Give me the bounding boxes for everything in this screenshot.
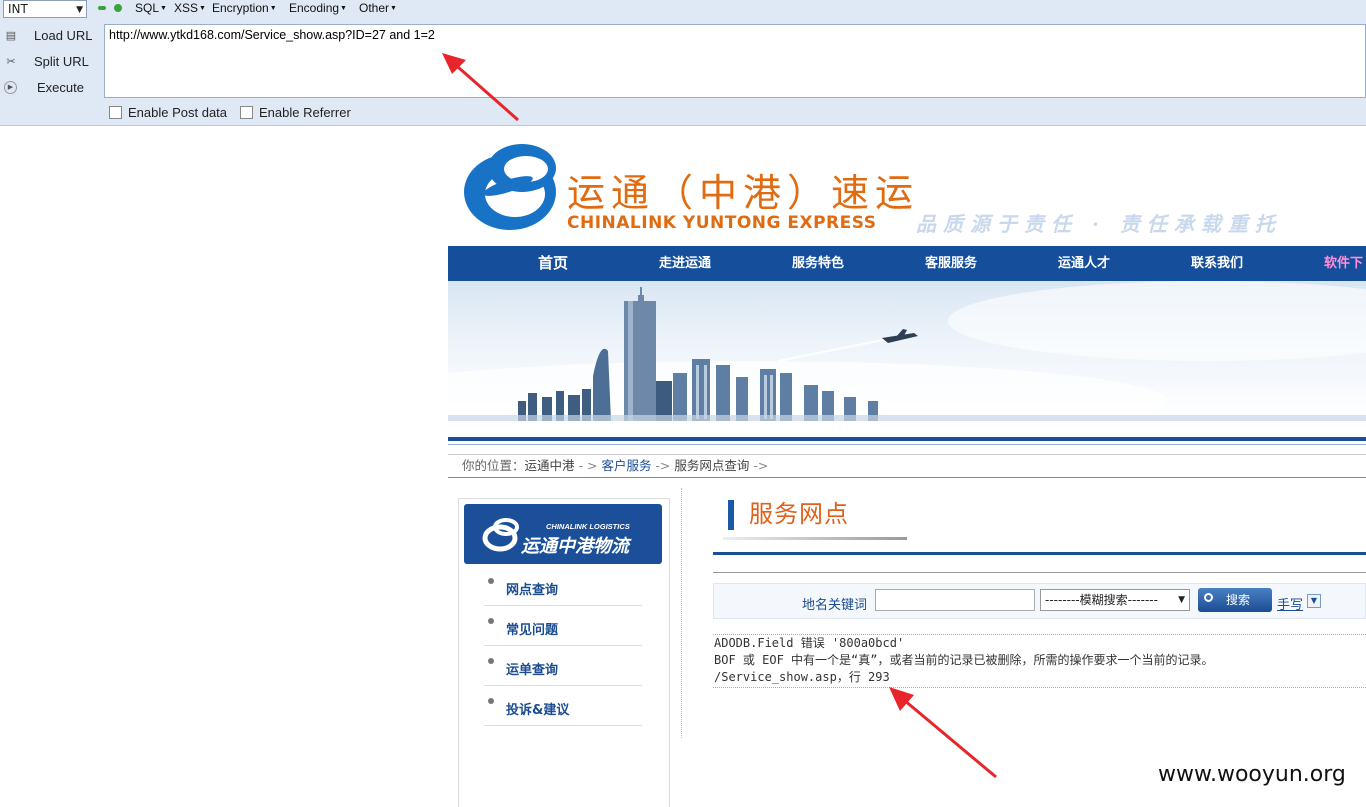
checkbox-box[interactable]	[240, 106, 253, 119]
section-title: 服务网点	[749, 500, 849, 528]
watermark: www.wooyun.org	[1158, 762, 1346, 787]
nav-about[interactable]: 走进运通	[659, 246, 711, 281]
chevron-down-icon[interactable]: ▼	[1307, 594, 1321, 608]
menu-sql[interactable]: SQL▼	[135, 0, 167, 16]
menu-xss[interactable]: XSS▼	[174, 0, 206, 16]
breadcrumb-separator: ->	[651, 458, 675, 473]
breadcrumb: 你的位置：运通中港 - > 客户服务 -> 服务网点查询 ->	[448, 454, 1366, 478]
type-select-value: INT	[8, 2, 28, 16]
brand-name-en: CHINALINK YUNTONG EXPRESS	[567, 213, 877, 233]
chevron-down-icon: ▼	[76, 5, 83, 15]
slogan: 品质源于责任 · 责任承载重托	[916, 212, 1282, 236]
error-line: BOF 或 EOF 中有一个是“真”，或者当前的记录已被删除，所需的操作要求一个…	[714, 653, 1214, 667]
minus-icon[interactable]	[98, 6, 106, 10]
sidebar-logo-en: CHINALINK LOGISTICS	[546, 522, 630, 531]
section-marker	[728, 500, 734, 530]
error-line: ADODB.Field 错误 '800a0bcd'	[714, 636, 905, 650]
logistics-logo-icon	[482, 518, 519, 552]
nav-careers[interactable]: 运通人才	[1058, 246, 1110, 281]
company-logo-icon	[464, 144, 556, 230]
sidebar-item-faq[interactable]: 常见问题	[484, 607, 642, 646]
divider	[681, 488, 683, 738]
search-button[interactable]: 搜索	[1198, 588, 1272, 612]
bullet-icon	[488, 658, 494, 664]
nav-contact[interactable]: 联系我们	[1191, 246, 1243, 281]
load-icon: ▤	[5, 30, 17, 42]
sidebar-logo: CHINALINK LOGISTICS 运通中港物流	[464, 504, 662, 564]
search-icon	[1204, 593, 1213, 602]
divider	[448, 444, 1366, 445]
divider	[723, 537, 907, 540]
sidebar-item-complaints[interactable]: 投诉&建议	[484, 687, 642, 726]
nav-features[interactable]: 服务特色	[792, 246, 844, 281]
error-line: /Service_show.asp，行 293	[714, 670, 890, 684]
plus-icon[interactable]	[114, 4, 122, 12]
hackbar-toolbar: INT ▼ SQL▼ XSS▼ Encryption▼ Encoding▼ Ot…	[0, 0, 1366, 126]
nav-service[interactable]: 客服服务	[925, 246, 977, 281]
search-input[interactable]	[875, 589, 1035, 611]
main-nav: 首页 走进运通 服务特色 客服服务 运通人才 联系我们 软件下	[448, 246, 1366, 281]
menu-encoding[interactable]: Encoding▼	[289, 0, 347, 16]
menu-encryption[interactable]: Encryption▼	[212, 0, 277, 16]
left-sidebar: CHINALINK LOGISTICS 运通中港物流 网点查询 常见问题 运单查…	[458, 498, 670, 807]
breadcrumb-home[interactable]: 运通中港	[525, 458, 575, 473]
type-select[interactable]: INT ▼	[3, 0, 87, 18]
bullet-icon	[488, 698, 494, 704]
play-icon: ▶	[4, 81, 17, 94]
search-bar: 地名关键词 --------模糊搜索------- ▼ 搜索 手写 ▼	[713, 583, 1366, 619]
hackbar-menu-row: INT ▼ SQL▼ XSS▼ Encryption▼ Encoding▼ Ot…	[0, 0, 1366, 20]
handwrite-link[interactable]: 手写	[1277, 594, 1303, 613]
divider	[713, 552, 1366, 555]
search-label: 地名关键词	[802, 598, 868, 613]
annotation-arrow-icon	[442, 53, 519, 122]
nav-home[interactable]: 首页	[538, 246, 568, 281]
search-mode-select[interactable]: --------模糊搜索------- ▼	[1040, 589, 1190, 611]
divider	[448, 437, 1366, 441]
breadcrumb-page: 服务网点查询	[674, 458, 750, 473]
error-message: ADODB.Field 错误 '800a0bcd' BOF 或 EOF 中有一个…	[713, 634, 1366, 688]
sidebar-item-waybill-query[interactable]: 运单查询	[484, 647, 642, 686]
breadcrumb-separator: ->	[749, 458, 769, 473]
sidebar-item-branch-query[interactable]: 网点查询	[484, 567, 642, 606]
menu-other[interactable]: Other▼	[359, 0, 397, 16]
brand-name-cn: 运通（中港）速运	[567, 171, 920, 215]
chevron-down-icon: ▼	[1178, 595, 1185, 605]
annotation-arrow-icon	[889, 687, 997, 779]
breadcrumb-prefix: 你的位置：	[462, 458, 525, 473]
skyline-illustration	[448, 281, 1366, 421]
city-skyline-banner	[448, 281, 1366, 421]
nav-software[interactable]: 软件下	[1324, 246, 1363, 281]
load-url-button[interactable]: ▤ Load URL	[0, 25, 100, 47]
bullet-icon	[488, 618, 494, 624]
split-url-button[interactable]: ✂ Split URL	[0, 51, 100, 73]
url-input[interactable]: http://www.ytkd168.com/Service_show.asp?…	[104, 24, 1366, 98]
sidebar-logo-cn: 运通中港物流	[521, 536, 629, 557]
breadcrumb-separator: - >	[574, 458, 602, 473]
breadcrumb-section[interactable]: 客户服务	[601, 458, 651, 473]
divider	[713, 572, 1366, 573]
execute-button[interactable]: ▶ Execute	[0, 77, 100, 99]
bullet-icon	[488, 578, 494, 584]
scissors-icon: ✂	[6, 56, 16, 68]
checkbox-box[interactable]	[109, 106, 122, 119]
